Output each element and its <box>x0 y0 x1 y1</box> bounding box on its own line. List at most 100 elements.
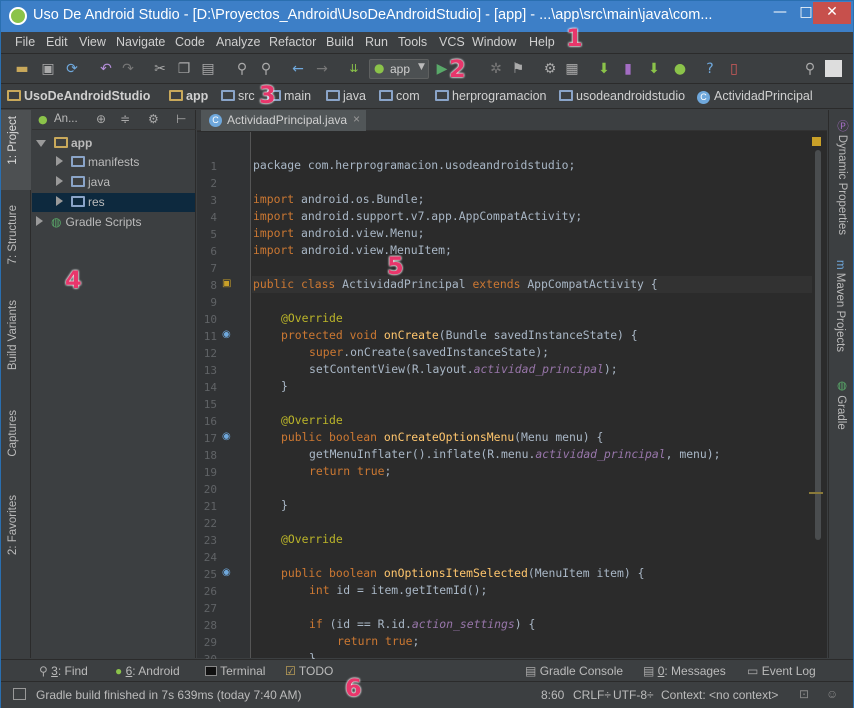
sync-gradle-icon[interactable]: ⬇ <box>595 60 613 78</box>
menu-tools[interactable]: Tools <box>398 35 427 49</box>
tool-find[interactable]: ⚲ 3: Find <box>39 664 88 678</box>
help-icon[interactable]: ? <box>701 60 719 78</box>
chevron-right-icon <box>36 216 43 226</box>
search-icon: ⚲ <box>39 664 48 678</box>
breadcrumb-item-java[interactable]: java <box>326 89 366 103</box>
title-bar[interactable]: Uso De Android Studio - [D:\Proyectos_An… <box>1 1 853 32</box>
hide-panel-icon[interactable]: ⊢ <box>176 112 186 126</box>
menu-build[interactable]: Build <box>326 35 354 49</box>
tool-event-log[interactable]: ▭ Event Log <box>747 664 816 678</box>
code-line: return true; <box>253 464 391 478</box>
breadcrumb-item-src[interactable]: src <box>221 89 255 103</box>
user-avatar-icon[interactable] <box>825 60 842 77</box>
debug-icon[interactable]: ✲ <box>487 60 505 78</box>
collapse-all-icon[interactable]: ≑ <box>120 112 130 126</box>
code-token: @Override <box>281 311 343 325</box>
gear-icon[interactable]: ⚙ <box>148 112 159 126</box>
menu-view[interactable]: View <box>79 35 106 49</box>
status-message[interactable]: Gradle build finished in 7s 639ms (today… <box>36 688 301 702</box>
menu-run[interactable]: Run <box>365 35 388 49</box>
override-marker-icon[interactable]: ◉ <box>222 329 231 340</box>
annotation-badge-3: 3 <box>259 81 276 109</box>
menu-vcs[interactable]: VCS <box>439 35 465 49</box>
tree-item-manifests[interactable]: manifests <box>56 155 139 169</box>
tab-gradle[interactable]: ◍ Gradle <box>834 378 848 430</box>
make-project-icon[interactable]: ⇊ <box>345 60 363 78</box>
back-icon[interactable]: ← <box>289 60 307 78</box>
run-config-select[interactable]: ● app ▼ <box>369 59 429 79</box>
menu-window[interactable]: Window <box>472 35 516 49</box>
breadcrumb-item-app[interactable]: app <box>169 89 208 103</box>
override-marker-icon[interactable]: ▣ <box>222 278 231 289</box>
save-icon[interactable]: ▣ <box>39 60 57 78</box>
avd-manager-icon[interactable]: ▮ <box>619 60 637 78</box>
sync-icon[interactable]: ⟳ <box>63 60 81 78</box>
override-marker-icon[interactable]: ◉ <box>222 567 231 578</box>
breadcrumb-item-usodeandroidstudio[interactable]: usodeandroidstudio <box>559 89 685 103</box>
android-device-monitor-icon[interactable]: ● <box>671 60 689 78</box>
paste-icon[interactable]: ▤ <box>199 60 217 78</box>
forward-icon[interactable]: → <box>313 60 331 78</box>
breadcrumb-item-project[interactable]: UsoDeAndroidStudio <box>7 89 150 103</box>
search-everywhere-icon[interactable]: ⚲ <box>801 60 819 78</box>
scrollbar-thumb[interactable] <box>815 150 821 540</box>
line-separator[interactable]: CRLF÷ <box>573 688 611 702</box>
tab-build-variants[interactable]: Build Variants <box>7 300 19 370</box>
menu-refactor[interactable]: Refactor <box>269 35 316 49</box>
tab-project[interactable]: 1: Project <box>7 116 19 165</box>
tool-terminal[interactable]: Terminal <box>205 664 265 678</box>
toggle-tool-windows-icon[interactable] <box>13 688 26 700</box>
file-encoding[interactable]: UTF-8÷ <box>613 688 654 702</box>
close-tab-icon[interactable]: × <box>353 112 360 126</box>
tab-favorites[interactable]: 2: Favorites <box>7 495 19 555</box>
minimize-button[interactable]: — <box>767 2 793 24</box>
tree-item-java[interactable]: java <box>56 175 110 189</box>
scroll-from-source-icon[interactable]: ⊕ <box>96 112 106 126</box>
sdk-manager-icon[interactable]: ⬇ <box>645 60 663 78</box>
project-structure-icon[interactable]: ▦ <box>563 60 581 78</box>
code-token: } <box>281 379 288 393</box>
code-line: } <box>253 379 288 393</box>
tree-item-gradle-scripts[interactable]: ◍ Gradle Scripts <box>36 215 142 229</box>
code-line: public class ActividadPrincipal extends … <box>253 277 658 291</box>
tree-item-res[interactable]: res <box>56 195 105 209</box>
tool-messages[interactable]: ▤ 0: Messages <box>643 664 726 678</box>
menu-analyze[interactable]: Analyze <box>216 35 260 49</box>
annotation-badge-2: 2 <box>449 55 466 83</box>
tab-captures[interactable]: Captures <box>7 410 19 457</box>
sdk-settings-icon[interactable]: ⚙ <box>541 60 559 78</box>
cursor-position[interactable]: 8:60 <box>541 688 564 702</box>
menu-edit[interactable]: Edit <box>46 35 68 49</box>
breadcrumb-item-com[interactable]: com <box>379 89 420 103</box>
redo-icon[interactable]: ↷ <box>119 60 137 78</box>
menu-code[interactable]: Code <box>175 35 205 49</box>
cut-icon[interactable]: ✂ <box>151 60 169 78</box>
code-token: package com.herprogramacion.usodeandroid… <box>253 158 576 172</box>
tree-item-app[interactable]: app <box>36 136 92 150</box>
menu-navigate[interactable]: Navigate <box>116 35 165 49</box>
lock-icon[interactable]: ⊡ <box>799 687 809 701</box>
tab-actividad-principal[interactable]: C ActividadPrincipal.java × <box>201 110 366 131</box>
code-token: extends <box>472 277 521 291</box>
attach-debugger-icon[interactable]: ⚑ <box>509 60 527 78</box>
tool-todo[interactable]: ☑ TODO <box>285 664 333 678</box>
close-button[interactable]: ✕ <box>813 2 851 24</box>
copy-icon[interactable]: ❐ <box>175 60 193 78</box>
tab-structure[interactable]: 7: Structure <box>7 205 19 264</box>
tab-maven-projects[interactable]: m Maven Projects <box>834 260 846 352</box>
tool-android[interactable]: ● 6: Android <box>115 664 180 678</box>
open-folder-icon[interactable]: ▬ <box>13 60 31 78</box>
device-icon[interactable]: ▯ <box>725 60 743 78</box>
replace-icon[interactable]: ⚲ <box>257 60 275 78</box>
tab-dynamic-properties[interactable]: Ⓟ Dynamic Properties <box>834 120 850 235</box>
menu-file[interactable]: File <box>15 35 35 49</box>
project-view-select[interactable]: An... <box>54 113 78 125</box>
menu-help[interactable]: Help <box>529 35 555 49</box>
find-icon[interactable]: ⚲ <box>233 60 251 78</box>
undo-icon[interactable]: ↶ <box>97 60 115 78</box>
override-marker-icon[interactable]: ◉ <box>222 431 231 442</box>
breadcrumb-item-herprogramacion[interactable]: herprogramacion <box>435 89 547 103</box>
tool-gradle-console[interactable]: ▤ Gradle Console <box>525 664 623 678</box>
hector-icon[interactable]: ☺ <box>826 687 838 701</box>
breadcrumb-item-class[interactable]: C ActividadPrincipal <box>697 89 813 104</box>
